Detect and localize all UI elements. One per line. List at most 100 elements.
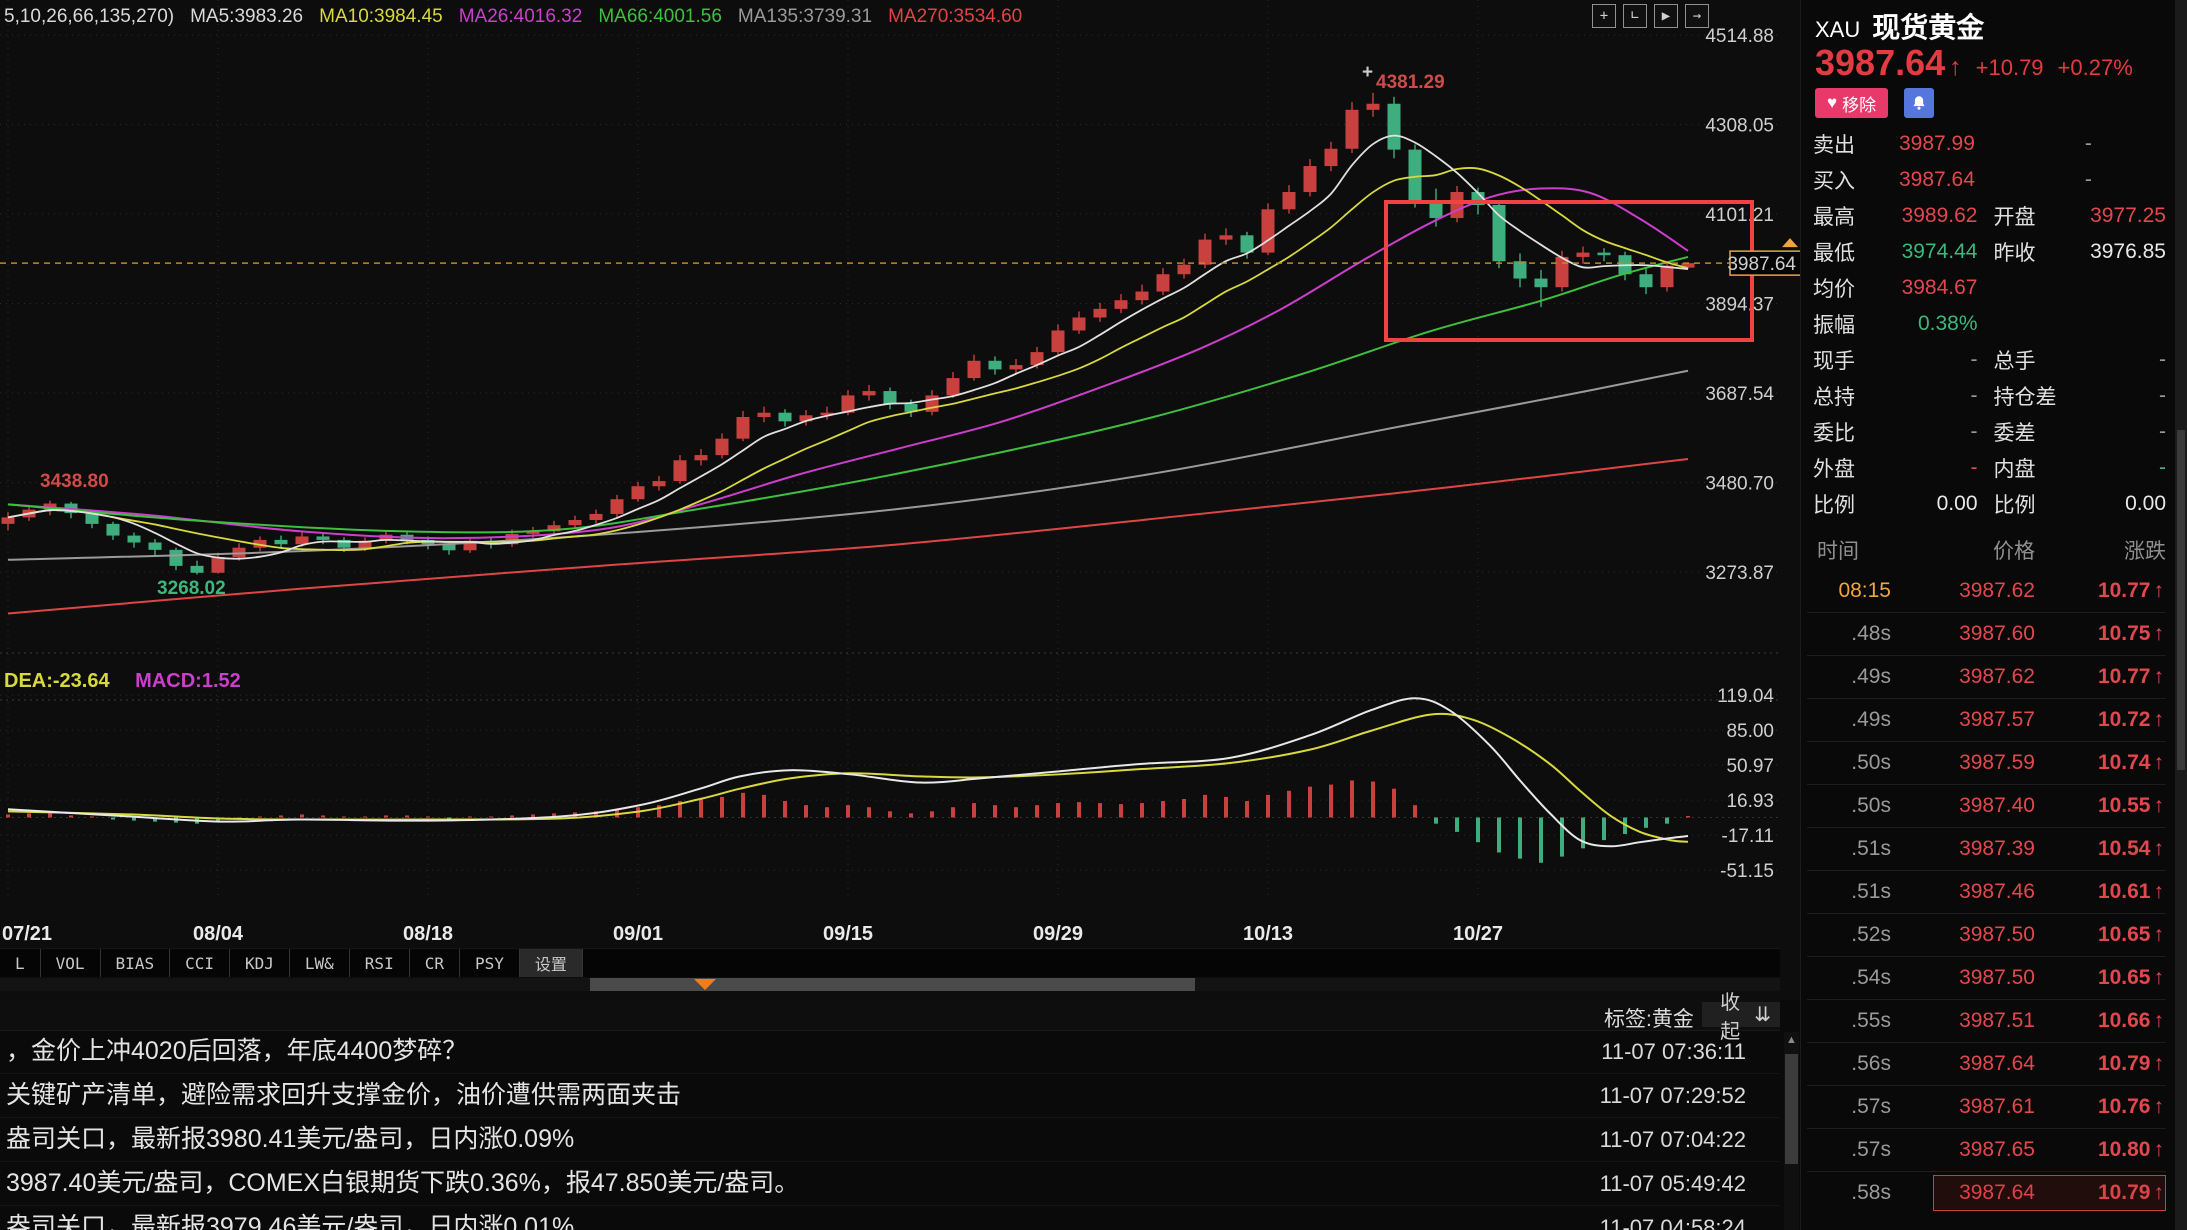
candle-body: [1535, 279, 1548, 288]
date-axis-label: 08/04: [193, 923, 244, 945]
news-item[interactable]: 盎司关口，最新报3979.46美元/盎司，日内涨0.01%11-07 04:58…: [0, 1206, 1780, 1230]
indicator-tab-lw&[interactable]: LW&: [290, 949, 350, 977]
news-item[interactable]: 3987.40美元/盎司，COMEX白银期货下跌0.36%，报47.850美元/…: [0, 1162, 1780, 1206]
remove-favorite-button[interactable]: ♥ 移除: [1815, 88, 1888, 118]
change-up-arrow-icon: ↑: [2154, 708, 2165, 731]
macd-histogram-bar: [1329, 785, 1333, 818]
crosshair-icon[interactable]: +: [1592, 4, 1616, 28]
indicator-tab-设置[interactable]: 设置: [520, 949, 583, 977]
candle-body: [1661, 266, 1674, 288]
price-axis-label: 3480.70: [1705, 473, 1774, 494]
candle-body: [1010, 365, 1023, 369]
quote-label: 现手: [1807, 345, 1899, 375]
scroll-up-icon[interactable]: ▲: [1784, 1032, 1799, 1048]
indicator-tab-vol[interactable]: VOL: [41, 949, 101, 977]
news-item[interactable]: ，金价上冲4020后回落，年底4400梦碎？11-07 07:36:11: [0, 1030, 1780, 1074]
indicator-tab-bar: LVOLBIASCCIKDJLW&RSICRPSY设置: [0, 948, 1780, 977]
drawn-rectangle-annotation: [1386, 202, 1752, 340]
macd-histogram-bar: [1644, 818, 1648, 828]
trade-price: 3987.39: [1895, 837, 2035, 861]
quote-row: 买入3987.64-: [1807, 162, 2166, 198]
quote-value: 3989.62: [1899, 204, 1978, 228]
indicator-tab-cr[interactable]: CR: [410, 949, 460, 977]
macd-axis-label: 50.97: [1726, 756, 1774, 777]
news-tag-label: 标签:黄金: [1604, 1003, 1694, 1033]
swing-high-label: 3438.80: [40, 471, 109, 492]
quote-value: -: [2088, 384, 2167, 408]
change-up-arrow-icon: ↑: [2154, 794, 2165, 817]
exit-chart-icon[interactable]: →: [1685, 4, 1709, 28]
quote-value: -: [2088, 456, 2167, 480]
trade-row: .58s3987.6410.79↑: [1807, 1171, 2166, 1214]
ma-value-label: MA270:3534.60: [888, 6, 1022, 27]
swing-low-label: 3268.02: [157, 578, 226, 599]
alert-bell-button[interactable]: [1904, 88, 1934, 118]
candle-body: [674, 460, 687, 481]
scrollbar-thumb[interactable]: [590, 978, 1195, 991]
candle-body: [317, 536, 330, 539]
quote-value: 3976.85: [2088, 240, 2167, 264]
macd-histogram-bar: [279, 815, 283, 817]
macd-histogram-bar: [1350, 780, 1354, 817]
macd-histogram-bar: [846, 805, 850, 817]
scroll-position-marker-icon[interactable]: [694, 979, 716, 990]
indicator-tab-rsi[interactable]: RSI: [350, 949, 410, 977]
candlestick-chart[interactable]: 4514.884308.054101.213894.373687.543480.…: [0, 0, 1800, 1000]
candle-body: [947, 378, 960, 395]
candle-body: [1556, 257, 1569, 287]
candle-body: [1157, 274, 1170, 291]
macd-histogram-bar: [1434, 818, 1438, 824]
candle-body: [1367, 104, 1380, 110]
page-scrollbar-thumb[interactable]: [2177, 430, 2185, 770]
quote-row: 卖出3987.99-: [1807, 126, 2166, 162]
indicator-tab-bias[interactable]: BIAS: [101, 949, 171, 977]
candle-body: [1199, 240, 1212, 265]
macd-histogram-bar: [1686, 816, 1690, 818]
news-item[interactable]: 关键矿产清单，避险需求回升支撑金价，油价遭供需两面夹击11-07 07:29:5…: [0, 1074, 1780, 1118]
quote-label: 卖出: [1807, 129, 1899, 159]
news-item[interactable]: 盎司关口，最新报3980.41美元/盎司，日内涨0.09%11-07 07:04…: [0, 1118, 1780, 1162]
price-change-percent: +0.27%: [2058, 55, 2133, 81]
macd-histogram-bar: [804, 805, 808, 817]
trade-row: .55s3987.5110.66↑: [1807, 999, 2166, 1042]
trade-change: 10.66↑: [2035, 1009, 2166, 1033]
macd-histogram-bar: [1056, 803, 1060, 817]
trade-time: .55s: [1807, 1009, 1895, 1033]
indicator-tab-psy[interactable]: PSY: [460, 949, 520, 977]
change-up-arrow-icon: ↑: [2154, 1009, 2165, 1032]
chart-play-icon[interactable]: ▶: [1654, 4, 1678, 28]
indicator-tab-cci[interactable]: CCI: [170, 949, 230, 977]
trade-price: 3987.50: [1895, 966, 2035, 990]
news-item-time: 11-07 07:36:11: [1601, 1030, 1746, 1073]
trade-price: 3987.59: [1895, 751, 2035, 775]
chart-canvas[interactable]: 4514.884308.054101.213894.373687.543480.…: [0, 0, 1800, 1000]
horizontal-scrollbar[interactable]: [0, 978, 1780, 991]
price-axis-label: 4101.21: [1705, 205, 1774, 226]
candle-body: [1094, 309, 1107, 318]
collapse-button[interactable]: 收起 ⇊: [1702, 1002, 1780, 1027]
indicator-tab-l[interactable]: L: [0, 949, 41, 977]
trade-price: 3987.62: [1895, 579, 2035, 603]
candle-body: [737, 417, 750, 439]
quote-label: 比例: [1978, 489, 2088, 519]
date-axis-label: 09/29: [1033, 923, 1083, 945]
trade-price: 3987.62: [1895, 665, 2035, 689]
trade-time: .52s: [1807, 923, 1895, 947]
news-scrollbar[interactable]: ▲: [1784, 1032, 1799, 1230]
news-item-time: 11-07 05:49:42: [1600, 1162, 1746, 1205]
macd-histogram-bar: [1224, 797, 1228, 818]
trade-price: 3987.65: [1895, 1138, 2035, 1162]
time-sales-column-header: 时间: [1807, 535, 1895, 565]
macd-histogram-bar: [1035, 805, 1039, 817]
indicator-tab-kdj[interactable]: KDJ: [230, 949, 290, 977]
news-scrollbar-thumb[interactable]: [1785, 1054, 1798, 1164]
quote-value: 3984.67: [1899, 276, 1978, 300]
macd-axis-label: 119.04: [1717, 686, 1774, 707]
candle-body: [149, 542, 162, 549]
candle-body: [107, 524, 120, 536]
page-scrollbar[interactable]: [2175, 0, 2187, 1230]
macd-histogram-bar: [1371, 782, 1375, 818]
change-up-arrow-icon: ↑: [2154, 880, 2165, 903]
chart-axis-icon[interactable]: ∟: [1623, 4, 1647, 28]
news-panel: 标签:黄金 收起 ⇊ ，金价上冲4020后回落，年底4400梦碎？11-07 0…: [0, 1000, 1800, 1230]
